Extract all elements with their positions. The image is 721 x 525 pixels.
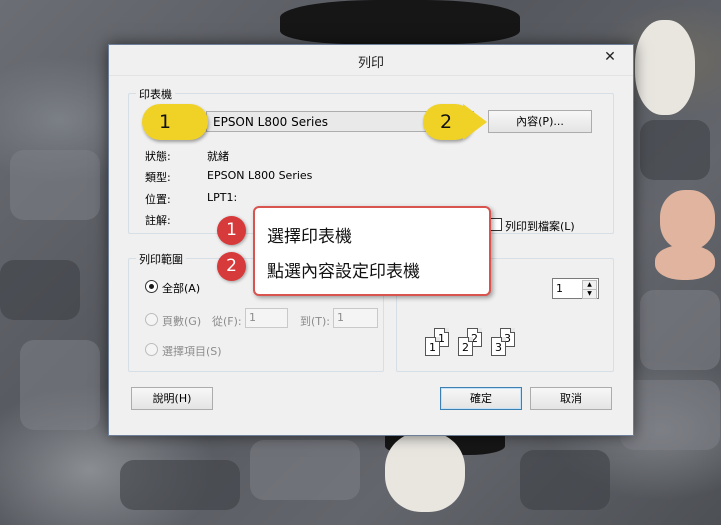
status-value: 就緒 <box>207 150 229 163</box>
step-1-text: 選擇印表機 <box>267 227 352 247</box>
range-all-radio[interactable] <box>145 280 158 293</box>
ok-button[interactable]: 確定 <box>440 387 522 410</box>
arrow-right-icon <box>186 104 206 140</box>
location-value: LPT1: <box>207 191 238 204</box>
range-selection-radio[interactable] <box>145 343 158 356</box>
callout-number-1: 1 <box>217 216 246 245</box>
annotation-tag-1: 1 <box>142 104 208 140</box>
printer-select-value: EPSON L800 Series <box>213 115 328 129</box>
printer-group-title: 印表機 <box>136 86 175 102</box>
from-label: 從(F): <box>212 315 242 328</box>
instruction-callout: 選擇印表機 點選內容設定印表機 <box>253 206 491 296</box>
dialog-title: 列印 <box>357 56 384 71</box>
copies-stepper[interactable]: 1 ▲ ▼ <box>552 278 599 299</box>
to-input[interactable]: 1 <box>333 308 378 328</box>
status-label: 狀態: <box>145 150 171 163</box>
copies-value: 1 <box>556 282 563 295</box>
annotation-tag-2-number: 2 <box>439 111 453 133</box>
callout-number-2: 2 <box>217 252 246 281</box>
collate-page: 1 <box>425 337 440 356</box>
step-2-text: 點選內容設定印表機 <box>267 262 420 282</box>
type-label: 類型: <box>145 171 171 184</box>
range-pages-label[interactable]: 頁數(G) <box>162 313 201 329</box>
annotation-tag-2: 2 <box>423 104 487 140</box>
properties-button[interactable]: 內容(P)... <box>488 110 592 133</box>
type-value: EPSON L800 Series <box>207 169 313 182</box>
cancel-button[interactable]: 取消 <box>530 387 612 410</box>
from-input[interactable]: 1 <box>245 308 288 328</box>
to-label: 到(T): <box>300 315 331 328</box>
location-label: 位置: <box>145 193 171 206</box>
range-selection-label[interactable]: 選擇項目(S) <box>162 343 222 359</box>
collate-page: 3 <box>491 337 506 356</box>
annotation-tag-1-number: 1 <box>158 111 172 133</box>
collate-page: 2 <box>458 337 473 356</box>
title-bar: 列印 ✕ <box>109 45 633 76</box>
help-button[interactable]: 說明(H) <box>131 387 213 410</box>
range-all-label[interactable]: 全部(A) <box>162 280 200 296</box>
print-range-title: 列印範圍 <box>136 251 186 267</box>
close-button[interactable]: ✕ <box>593 46 627 68</box>
spin-down-icon[interactable]: ▼ <box>582 289 597 299</box>
print-to-file-label[interactable]: 列印到檔案(L) <box>505 218 575 234</box>
comment-label: 註解: <box>145 214 171 227</box>
range-pages-radio[interactable] <box>145 313 158 326</box>
